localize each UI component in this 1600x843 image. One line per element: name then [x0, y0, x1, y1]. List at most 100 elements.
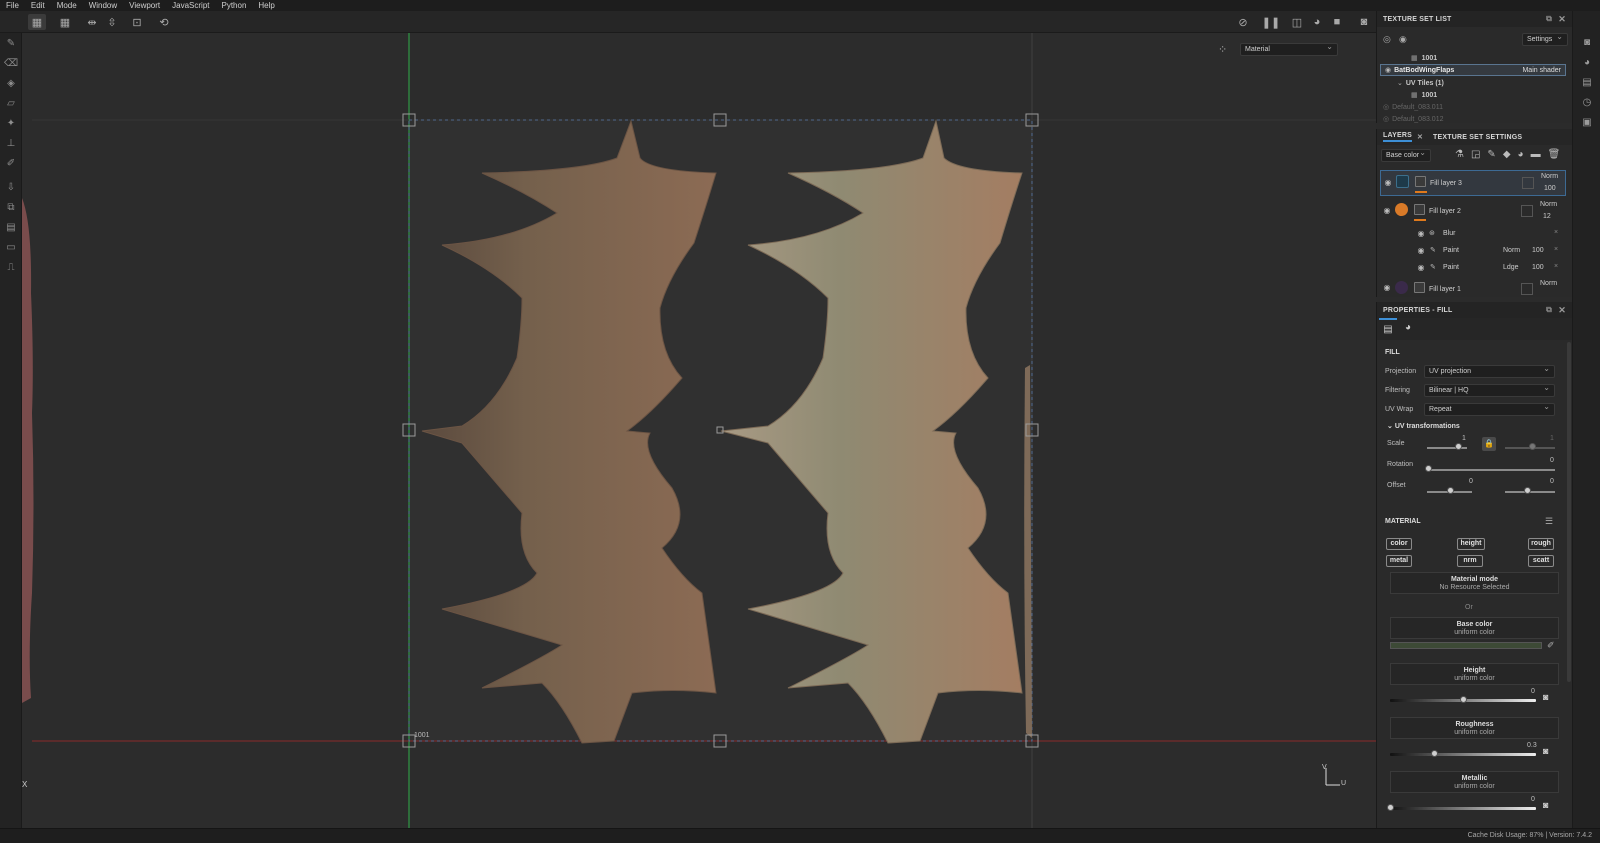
popout-icon[interactable]: ⧉ [1546, 305, 1552, 315]
add-smart-material-icon[interactable]: ◕ [1518, 149, 1531, 160]
transform-icon[interactable]: ⧉ [4, 201, 18, 215]
menu-javascript[interactable]: JavaScript [166, 1, 215, 10]
polygon-fill-icon[interactable]: ▱ [4, 97, 18, 111]
projection-dropdown[interactable]: UV projection [1424, 363, 1555, 378]
eye-icon[interactable]: ◉ [1383, 178, 1393, 188]
uv-transformations-toggle[interactable]: ⌄ UV transformations [1387, 422, 1460, 430]
uv-viewport[interactable]: 1001 X V U ⁘ Material [22, 33, 1376, 828]
menu-edit[interactable]: Edit [25, 1, 51, 10]
menu-mode[interactable]: Mode [51, 1, 83, 10]
height-texture-icon[interactable]: ◙ [1543, 692, 1548, 702]
bake-icon[interactable]: ⇩ [4, 181, 18, 195]
measure-icon[interactable]: ⎍ [4, 261, 18, 275]
roughness-slider[interactable] [1390, 753, 1536, 756]
texture-set-item[interactable]: ◉ BatBodWingFlaps Main shader [1380, 64, 1566, 76]
tab-fill-settings-icon[interactable]: ▤ [1379, 318, 1397, 338]
opacity-value[interactable]: 100 [1532, 264, 1544, 271]
metallic-box[interactable]: Metallic uniform color [1390, 771, 1559, 793]
rotation-knob[interactable] [1425, 465, 1432, 472]
blend-mode[interactable]: Norm [1540, 280, 1557, 287]
roughness-value[interactable]: 0.3 [1527, 742, 1537, 749]
rotation-value[interactable]: 0 [1550, 457, 1554, 464]
uv-canvas[interactable] [22, 33, 1376, 828]
mirror-y-icon[interactable]: ⇳ [103, 14, 121, 30]
layer-fill-2[interactable]: ◉ Fill layer 2 Norm 12 [1377, 199, 1567, 225]
blend-mode[interactable]: Norm [1541, 173, 1558, 180]
tool-9-icon[interactable]: ▭ [4, 241, 18, 255]
layer-checkbox[interactable] [1521, 205, 1533, 217]
layer-fill-3[interactable]: ◉ Fill layer 3 Norm 100 [1380, 170, 1566, 196]
metallic-knob[interactable] [1387, 804, 1394, 811]
eye-icon[interactable]: ◉ [1416, 229, 1426, 239]
opacity-value[interactable]: 100 [1532, 247, 1544, 254]
properties-scrollbar[interactable] [1567, 342, 1571, 682]
close-tab-icon[interactable]: ✕ [1417, 133, 1423, 141]
texture-set-item-dim[interactable]: ◎ Default_083.011 [1377, 101, 1573, 113]
mask-thumb[interactable] [1414, 282, 1425, 293]
mirror-x-icon[interactable]: ⇹ [83, 14, 101, 30]
height-value[interactable]: 0 [1531, 688, 1535, 695]
fit-view-icon[interactable]: ⊡ [128, 14, 146, 30]
material-menu-icon[interactable]: ☰ [1545, 516, 1553, 527]
uvwrap-dropdown[interactable]: Repeat [1424, 401, 1555, 416]
channel-nrm-chip[interactable]: nrm [1457, 555, 1483, 567]
add-paint-layer-icon[interactable]: ✎ [1487, 149, 1502, 160]
scale-knob[interactable] [1455, 443, 1462, 450]
metallic-texture-icon[interactable]: ◙ [1543, 800, 1548, 810]
offset-value-v[interactable]: 0 [1550, 478, 1554, 485]
hide-icon[interactable]: ⊘ [1234, 14, 1252, 30]
smudge-icon[interactable]: ✦ [4, 117, 18, 131]
pause-icon[interactable]: ❚❚ [1262, 14, 1280, 30]
tile-item[interactable]: ▦ 1001 [1377, 52, 1573, 64]
effect-blur[interactable]: ◉ ⊛ Blur × [1377, 227, 1567, 241]
tile-item[interactable]: ▦ 1001 [1377, 89, 1573, 101]
menu-help[interactable]: Help [252, 1, 280, 10]
roughness-box[interactable]: Roughness uniform color [1390, 717, 1559, 739]
viewport-mode-dropdown[interactable]: Material [1240, 41, 1338, 56]
clone-icon[interactable]: ⊥ [4, 137, 18, 151]
offset-value-u[interactable]: 0 [1469, 478, 1473, 485]
texture-set-item-dim[interactable]: ◎ Default_083.012 [1377, 113, 1573, 125]
base-color-swatch[interactable] [1390, 642, 1542, 649]
channel-rough-chip[interactable]: rough [1528, 538, 1554, 550]
mask-thumb[interactable] [1414, 204, 1425, 215]
layer-checkbox[interactable] [1521, 283, 1533, 295]
grid-options-icon[interactable]: ▦ [56, 14, 74, 30]
sphere-icon[interactable]: ◕ [1308, 14, 1326, 30]
channel-height-chip[interactable]: height [1457, 538, 1485, 550]
roughness-knob[interactable] [1430, 750, 1438, 757]
remove-effect-icon[interactable]: × [1554, 263, 1558, 270]
channel-scatt-chip[interactable]: scatt [1528, 555, 1554, 567]
blend-mode[interactable]: Norm [1503, 247, 1520, 254]
effect-paint-2[interactable]: ◉ ✎ Paint Ldge 100 × [1377, 261, 1567, 275]
uv-tiles-group[interactable]: ⌄ UV Tiles (1) [1377, 77, 1573, 89]
metallic-value[interactable]: 0 [1531, 796, 1535, 803]
channel-dropdown[interactable]: Base color [1381, 147, 1431, 162]
roughness-texture-icon[interactable]: ◙ [1543, 746, 1548, 756]
log-icon[interactable]: ▣ [1580, 117, 1594, 131]
eye-icon[interactable]: ◉ [1382, 283, 1392, 293]
remove-effect-icon[interactable]: × [1554, 246, 1558, 253]
tool-8-icon[interactable]: ▤ [4, 221, 18, 235]
offset-knob-u[interactable] [1447, 487, 1454, 494]
lock-icon[interactable]: 🔒 [1482, 437, 1496, 451]
texture-set-icon[interactable]: ▤ [1580, 77, 1594, 91]
projection-icon[interactable]: ◈ [4, 77, 18, 91]
settings-dropdown[interactable]: Settings [1522, 31, 1568, 46]
grid-icon[interactable]: ▦ [28, 14, 46, 30]
camera-video-icon[interactable]: ■ [1328, 14, 1346, 30]
height-knob[interactable] [1460, 696, 1467, 703]
tab-layers[interactable]: LAYERS [1383, 132, 1412, 142]
close-icon[interactable]: ✕ [1558, 14, 1566, 25]
popout-icon[interactable]: ⧉ [1546, 14, 1552, 24]
layer-fill-1[interactable]: ◉ Fill layer 1 Norm [1377, 279, 1567, 297]
tab-material-icon[interactable]: ◕ [1399, 318, 1417, 338]
channel-color-chip[interactable]: color [1386, 538, 1412, 550]
eye-icon[interactable]: ◉ [1416, 263, 1426, 273]
base-color-box[interactable]: Base color uniform color [1390, 617, 1559, 639]
menu-window[interactable]: Window [83, 1, 123, 10]
add-folder-icon[interactable]: ▬ [1531, 149, 1548, 160]
material-mode-box[interactable]: Material mode No Resource Selected [1390, 572, 1559, 594]
add-effect-icon[interactable]: ⚗ [1455, 149, 1471, 160]
scale-value-2[interactable]: 1 [1550, 435, 1554, 442]
